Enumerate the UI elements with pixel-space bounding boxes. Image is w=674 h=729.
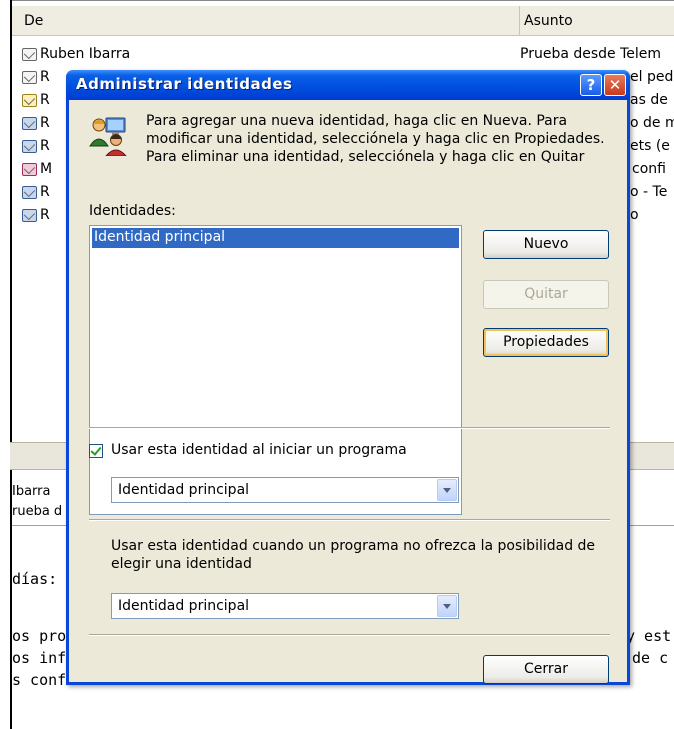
separator	[89, 634, 610, 636]
start-identity-value: Identidad principal	[118, 482, 250, 498]
message-from: Ruben Ibarra	[40, 46, 131, 62]
message-from: R	[40, 184, 50, 200]
message-subject: ets (e	[630, 138, 670, 154]
close-button[interactable]: Cerrar	[483, 655, 609, 684]
preview-body-text: y est	[626, 627, 672, 645]
new-button[interactable]: Nuevo	[483, 230, 609, 259]
use-when-no-choice-label: Usar esta identidad cuando un programa n…	[111, 538, 596, 572]
close-window-button[interactable]: ✕	[604, 74, 626, 96]
message-from: R	[40, 138, 50, 154]
identities-people-icon	[89, 117, 127, 156]
envelope-news-icon	[22, 186, 37, 199]
envelope-news-icon	[22, 140, 37, 153]
column-header-subject-label: Asunto	[524, 13, 573, 29]
preview-from: Ibarra	[12, 484, 51, 499]
message-from: R	[40, 92, 50, 108]
preview-body-text: os inf	[12, 649, 67, 667]
help-icon: ?	[586, 76, 596, 94]
message-subject: as de	[630, 92, 668, 108]
identity-list-item[interactable]: Identidad principal	[92, 228, 459, 248]
envelope-flagged-icon	[22, 163, 37, 176]
properties-button[interactable]: Propiedades	[483, 328, 609, 357]
preview-body-text: os pro	[12, 627, 67, 645]
identities-listbox[interactable]: Identidad principal	[89, 225, 462, 515]
message-subject: confi	[632, 161, 666, 177]
dialog-titlebar[interactable]: Administrar identidades ? ✕	[66, 70, 630, 100]
preview-body-text: días:	[12, 570, 58, 588]
message-subject: Prueba desde Telem	[520, 46, 662, 62]
envelope-open-icon	[22, 48, 37, 61]
close-icon: ✕	[608, 76, 622, 94]
envelope-open-icon	[22, 71, 37, 84]
envelope-news-icon	[22, 117, 37, 130]
message-subject: o de m	[630, 115, 674, 131]
use-on-start-label[interactable]: Usar esta identidad al iniciar un progra…	[111, 442, 407, 458]
column-header-subject[interactable]: Asunto	[520, 6, 674, 36]
start-identity-select[interactable]: Identidad principal	[111, 477, 459, 503]
frame-top-line	[10, 0, 674, 1]
message-from: R	[40, 207, 50, 223]
column-header-from[interactable]: De	[12, 6, 519, 36]
chevron-down-icon[interactable]	[437, 479, 457, 501]
default-identity-select[interactable]: Identidad principal	[111, 593, 459, 619]
separator	[89, 519, 610, 521]
message-subject: el ped	[630, 69, 674, 85]
message-from: M	[40, 161, 53, 177]
dialog-title: Administrar identidades	[76, 75, 293, 93]
preview-body-text: s conf	[12, 671, 67, 689]
column-header-from-label: De	[24, 13, 44, 29]
use-on-start-checkbox[interactable]	[89, 444, 103, 458]
message-subject: o - Te	[630, 184, 668, 200]
manage-identities-dialog: Administrar identidades ? ✕ Para agregar…	[66, 70, 630, 685]
chevron-down-icon[interactable]	[437, 595, 457, 617]
envelope-draft-icon	[22, 94, 37, 107]
identities-label: Identidades:	[89, 203, 176, 219]
message-from: R	[40, 69, 50, 85]
message-from: R	[40, 115, 50, 131]
message-subject: o	[630, 207, 639, 223]
help-button[interactable]: ?	[580, 74, 602, 96]
remove-button: Quitar	[483, 280, 609, 309]
separator	[89, 427, 610, 429]
intro-text: Para agregar una nueva identidad, haga c…	[146, 113, 605, 165]
frame-left-border	[10, 0, 12, 729]
preview-subject: rueba d	[12, 504, 63, 519]
envelope-news-icon	[22, 209, 37, 222]
preview-body-text: de c	[632, 649, 669, 667]
default-identity-value: Identidad principal	[118, 598, 250, 614]
